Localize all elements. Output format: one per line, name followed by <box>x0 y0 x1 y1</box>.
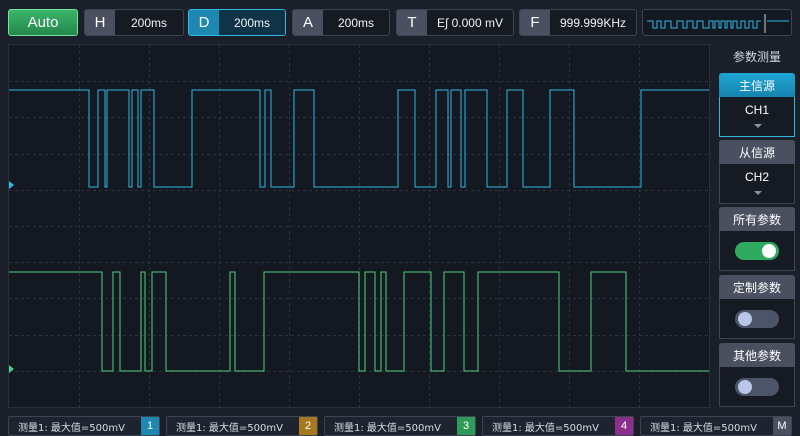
all-params-button[interactable]: 所有参数 <box>719 207 795 231</box>
trigger-value: E∫ 0.000 mV <box>437 15 503 30</box>
waveform-overview-trace <box>647 14 789 33</box>
measurement-item-1[interactable]: 测量1: 最大值=500mV 1 <box>8 416 160 436</box>
frequency-control[interactable]: F 999.999KHz <box>519 9 637 36</box>
channel-badge: 4 <box>615 417 633 435</box>
ch1-marker-icon <box>9 181 14 189</box>
panel-title: 参数测量 <box>732 50 781 64</box>
main-source-button[interactable]: 主信源 <box>719 73 795 97</box>
chevron-down-icon <box>754 124 762 128</box>
auto-button[interactable]: Auto <box>8 9 78 36</box>
channel-badge: M <box>773 417 791 435</box>
main-source-value: CH1 <box>744 103 769 117</box>
sub-source-button[interactable]: 从信源 <box>719 140 795 164</box>
toggle-knob <box>738 380 752 394</box>
other-params-button[interactable]: 其他参数 <box>719 343 795 367</box>
channel-badge: 1 <box>141 417 159 435</box>
measurement-bar: 测量1: 最大值=500mV 1 测量1: 最大值=500mV 2 测量1: 最… <box>0 414 800 436</box>
frequency-value: 999.999KHz <box>559 15 627 30</box>
sub-source-value: CH2 <box>744 170 769 184</box>
toggle-knob <box>738 312 752 326</box>
measurement-item-2[interactable]: 测量1: 最大值=500mV 2 <box>166 416 318 436</box>
trigger-key-label: T <box>397 10 427 35</box>
main-source-select[interactable]: CH1 <box>719 97 795 137</box>
custom-params-toggle[interactable] <box>735 310 779 328</box>
measurement-text: 测量1: 最大值=500mV <box>18 422 125 434</box>
measurement-item-3[interactable]: 测量1: 最大值=500mV 3 <box>324 416 476 436</box>
custom-params-toggle-box <box>719 299 795 339</box>
oscilloscope-display[interactable] <box>8 44 710 408</box>
measurement-text: 测量1: 最大值=500mV <box>492 422 599 434</box>
toolbar: Auto H 200ms D 200ms A 200ms T E∫ 0.000 … <box>0 0 800 44</box>
other-params-toggle[interactable] <box>735 378 779 396</box>
measurement-text: 测量1: 最大值=500mV <box>334 422 441 434</box>
all-params-toggle[interactable] <box>735 242 779 260</box>
custom-params-button[interactable]: 定制参数 <box>719 275 795 299</box>
amplitude-key-label: A <box>293 10 323 35</box>
channel-badge: 3 <box>457 417 475 435</box>
measurement-text: 测量1: 最大值=500mV <box>650 422 757 434</box>
amplitude-value: 200ms <box>337 15 375 30</box>
horizontal-timebase-control[interactable]: H 200ms <box>84 9 184 36</box>
delay-control[interactable]: D 200ms <box>188 9 286 36</box>
horizontal-key-label: H <box>85 10 115 35</box>
delay-key-label: D <box>189 10 219 35</box>
measurement-item-math[interactable]: 测量1: 最大值=500mV M <box>640 416 792 436</box>
ch2-waveform <box>9 271 709 372</box>
horizontal-value: 200ms <box>130 15 168 30</box>
channel-badge: 2 <box>299 417 317 435</box>
chevron-down-icon <box>754 191 762 195</box>
trigger-control[interactable]: T E∫ 0.000 mV <box>396 9 514 36</box>
sub-source-select[interactable]: CH2 <box>719 164 795 204</box>
scope-canvas <box>9 45 709 407</box>
toggle-knob <box>762 244 776 258</box>
measurement-panel: 参数测量 主信源 CH1 从信源 CH2 所有参数 定制参数 其他参数 <box>719 44 795 408</box>
frequency-key-label: F <box>520 10 550 35</box>
amplitude-control[interactable]: A 200ms <box>292 9 390 36</box>
waveform-overview[interactable] <box>642 9 792 36</box>
all-params-toggle-box <box>719 231 795 271</box>
measurement-text: 测量1: 最大值=500mV <box>176 422 283 434</box>
other-params-toggle-box <box>719 367 795 407</box>
measurement-item-4[interactable]: 测量1: 最大值=500mV 4 <box>482 416 634 436</box>
delay-value: 200ms <box>219 10 285 35</box>
